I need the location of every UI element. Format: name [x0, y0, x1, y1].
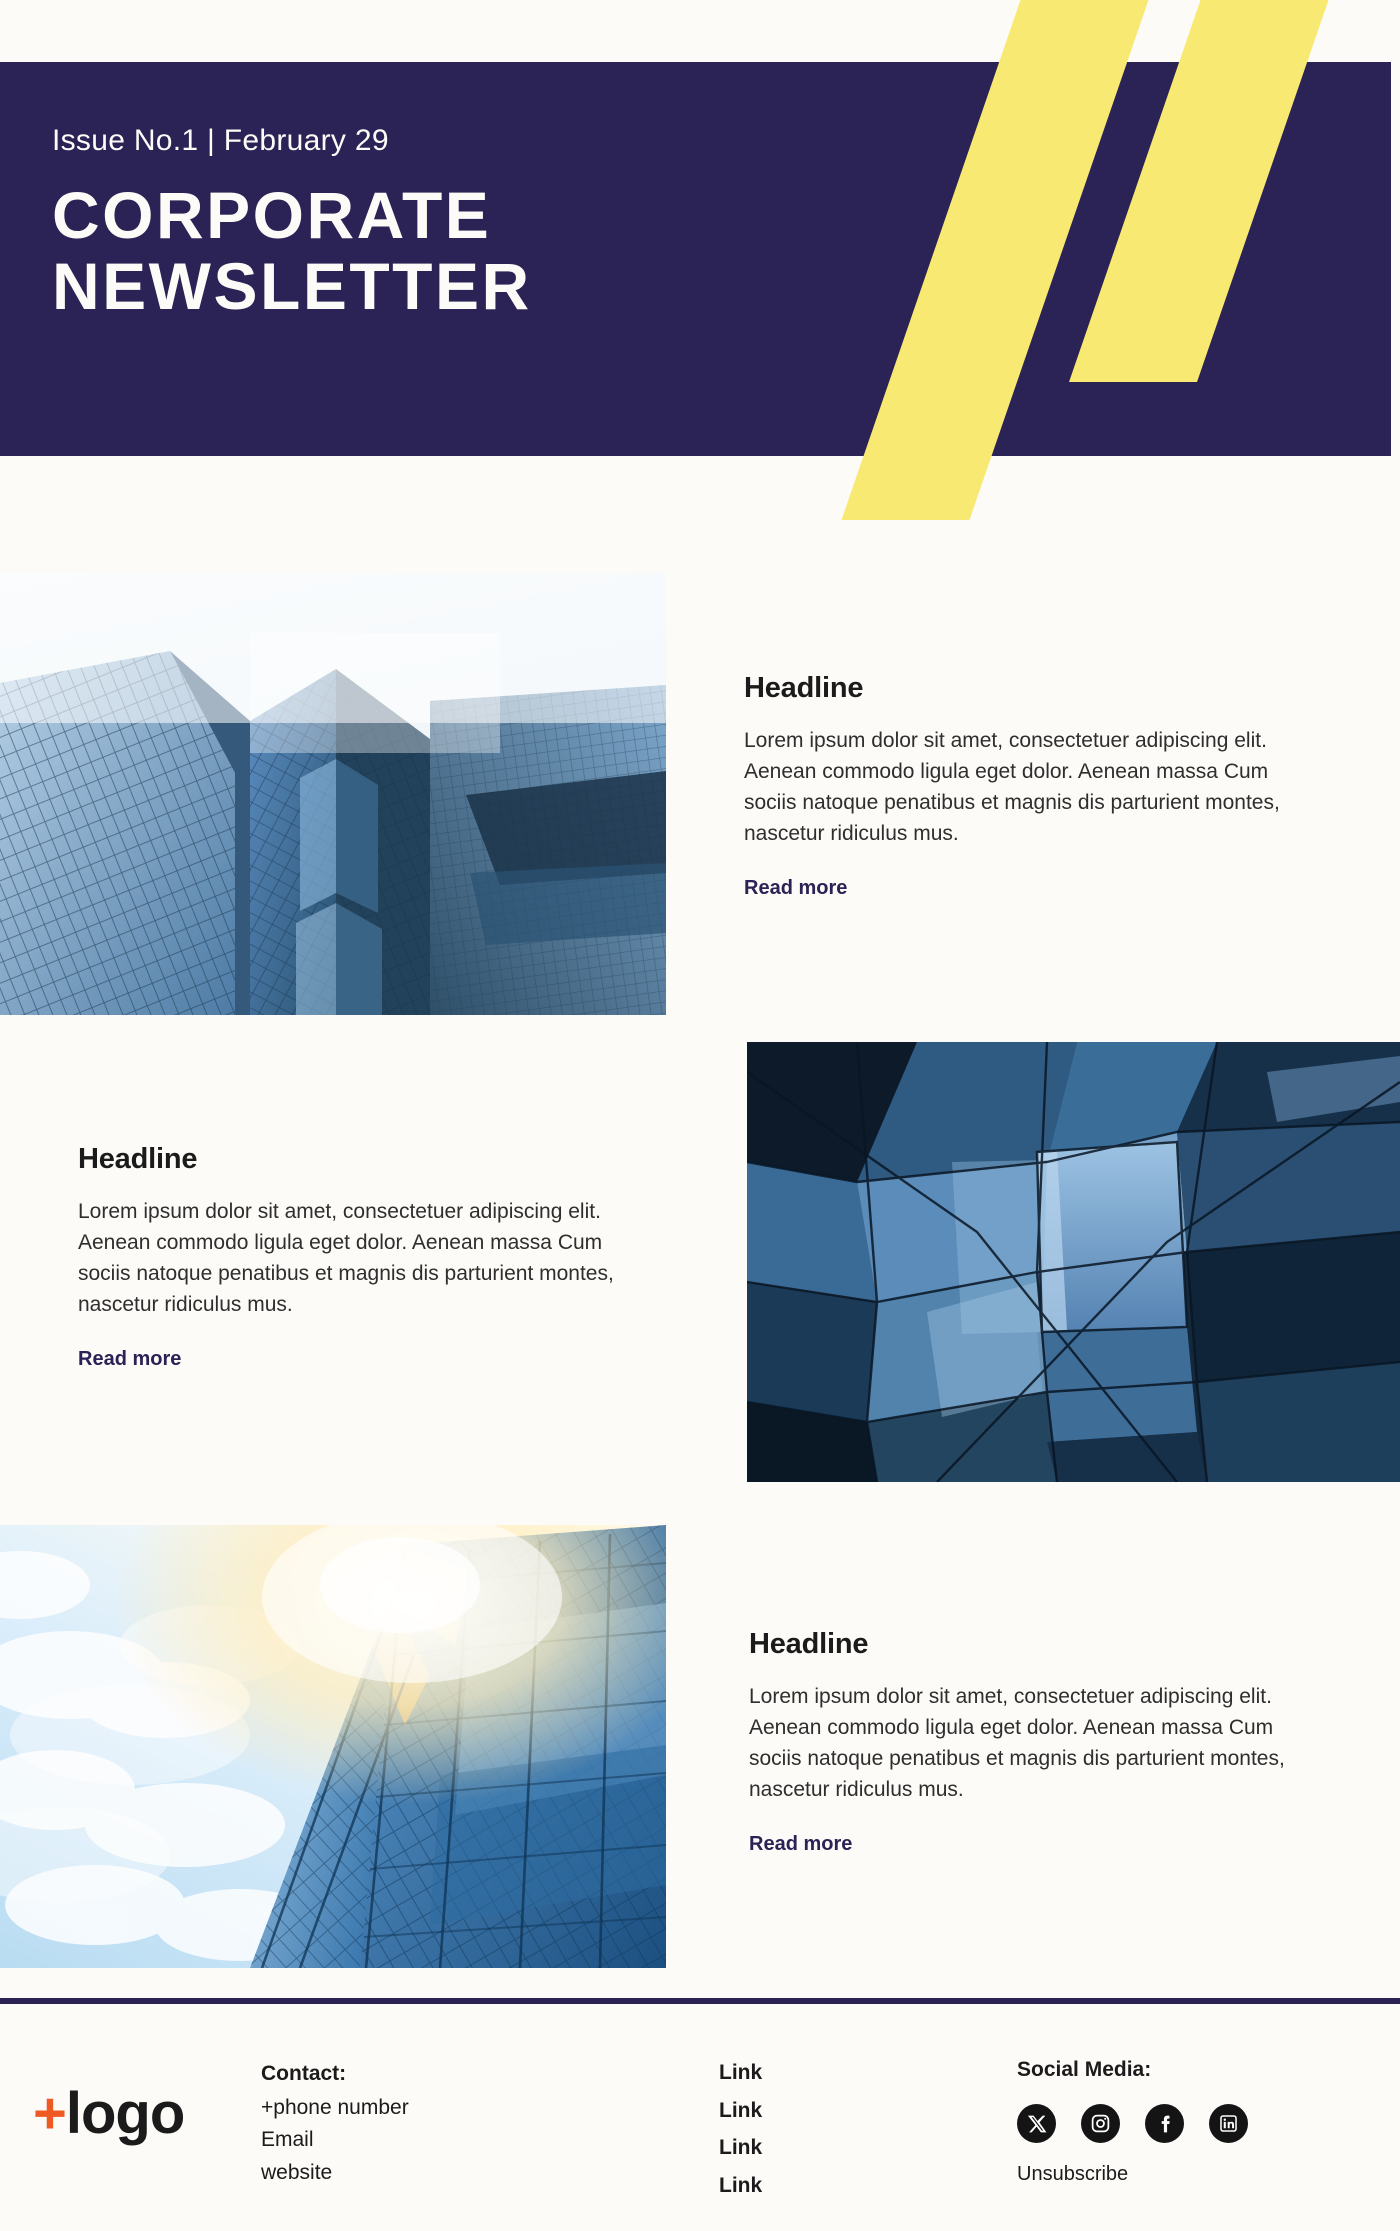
unsubscribe-link[interactable]: Unsubscribe — [1017, 2163, 1128, 2185]
social-media-label: Social Media: — [1017, 2058, 1152, 2081]
article-text-2: Headline Lorem ipsum dolor sit amet, con… — [78, 1143, 648, 1371]
facebook-icon[interactable] — [1145, 2104, 1184, 2143]
logo: +logo — [33, 2085, 185, 2143]
article-image-1 — [0, 573, 666, 1015]
contact-email[interactable]: Email — [261, 2127, 409, 2153]
x-icon[interactable] — [1017, 2104, 1056, 2143]
instagram-icon[interactable] — [1081, 2104, 1120, 2143]
abstract-blue-glass-facets-icon — [747, 1042, 1400, 1482]
links-column: Link Link Link Link — [719, 2060, 762, 2210]
article-body-3: Lorem ipsum dolor sit amet, consectetuer… — [749, 1685, 1285, 1802]
issue-line: Issue No.1 | February 29 — [52, 124, 389, 157]
footer-link-2[interactable]: Link — [719, 2098, 762, 2124]
logo-plus-icon: + — [33, 2081, 67, 2146]
contact-phone[interactable]: +phone number — [261, 2095, 409, 2121]
article-body-1: Lorem ipsum dolor sit amet, consectetuer… — [744, 729, 1280, 846]
article-image-2 — [747, 1042, 1400, 1482]
contact-website[interactable]: website — [261, 2160, 409, 2186]
social-icons — [1017, 2104, 1248, 2143]
article-headline-2: Headline — [78, 1143, 198, 1175]
article-image-3 — [0, 1525, 666, 1968]
social-column: Social Media: Unsubscribe — [1017, 2058, 1248, 2186]
sunlit-glass-tower-with-clouds-icon — [0, 1525, 666, 1968]
title-line-2: NEWSLETTER — [52, 249, 532, 324]
article-body-2: Lorem ipsum dolor sit amet, consectetuer… — [78, 1200, 614, 1317]
footer-link-1[interactable]: Link — [719, 2060, 762, 2086]
title-line-1: CORPORATE — [52, 178, 492, 252]
glass-skyscrapers-looking-up-icon — [0, 573, 666, 1015]
article-text-3: Headline Lorem ipsum dolor sit amet, con… — [749, 1628, 1319, 1856]
article-text-1: Headline Lorem ipsum dolor sit amet, con… — [744, 672, 1314, 900]
read-more-link-3[interactable]: Read more — [749, 1833, 852, 1856]
article-headline-1: Headline — [744, 672, 864, 704]
contact-column: Contact: +phone number Email website — [261, 2061, 409, 2192]
footer-link-3[interactable]: Link — [719, 2135, 762, 2161]
article-headline-3: Headline — [749, 1628, 869, 1660]
contact-label: Contact: — [261, 2062, 347, 2085]
page-title: CORPORATE NEWSLETTER — [52, 178, 532, 324]
footer-link-4[interactable]: Link — [719, 2173, 762, 2199]
read-more-link-2[interactable]: Read more — [78, 1348, 181, 1371]
linkedin-icon[interactable] — [1209, 2104, 1248, 2143]
logo-text: logo — [65, 2081, 185, 2146]
read-more-link-1[interactable]: Read more — [744, 877, 847, 900]
footer-divider — [0, 1998, 1400, 2004]
